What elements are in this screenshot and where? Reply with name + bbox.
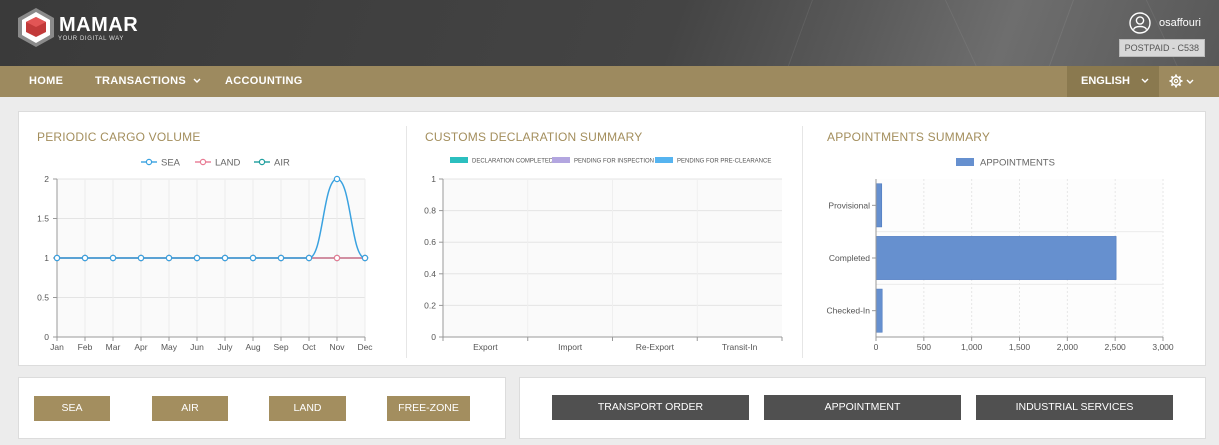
y-tick-label: 1.5: [37, 214, 49, 224]
legend-label: APPOINTMENTS: [980, 158, 1055, 169]
legend-label: PENDING FOR INSPECTION: [574, 159, 654, 165]
legend-swatch: [552, 157, 570, 163]
legend-swatch: [450, 157, 468, 163]
x-tick-label: Export: [473, 342, 498, 352]
bar: [875, 183, 883, 228]
x-tick-label: 500: [917, 342, 931, 352]
data-point: [109, 254, 117, 262]
x-tick-label: Re-Export: [636, 342, 675, 352]
data-point: [333, 254, 341, 262]
app-header: MAMAR YOUR DIGITAL WAY osaffouri POSTPAI…: [0, 0, 1219, 66]
y-tick-label: 2: [44, 174, 49, 184]
bar: [875, 236, 1117, 280]
language-select[interactable]: ENGLISH: [1067, 66, 1159, 97]
x-tick-label: Transit-In: [722, 342, 758, 352]
user-menu[interactable]: osaffouri: [1129, 12, 1201, 34]
y-tick-label: Completed: [829, 253, 870, 263]
x-tick-label: 2,500: [1105, 342, 1127, 352]
data-point: [333, 175, 341, 183]
data-point: [53, 254, 61, 262]
x-tick-label: 1,000: [961, 342, 983, 352]
y-tick-label: 0.4: [424, 269, 436, 279]
nav-item-home[interactable]: HOME: [29, 66, 63, 97]
y-tick-label: Checked-In: [827, 306, 871, 316]
x-tick-label: Jun: [190, 342, 204, 352]
y-tick-label: 0: [431, 332, 436, 342]
y-tick-label: 0.8: [424, 206, 436, 216]
x-tick-label: Dec: [357, 342, 373, 352]
legend-label: DECLARATION COMPLETED: [472, 159, 554, 165]
legend-marker: [199, 158, 207, 166]
x-tick-label: July: [217, 342, 233, 352]
y-tick-label: 1: [44, 253, 49, 263]
x-tick-label: Oct: [302, 342, 316, 352]
y-tick-label: 1: [431, 174, 436, 184]
y-tick-label: Provisional: [828, 200, 870, 210]
mode-free-zone-button[interactable]: FREE-ZONE: [387, 396, 470, 421]
x-tick-label: 0: [874, 342, 879, 352]
x-tick-label: Nov: [329, 342, 345, 352]
mode-sea-button[interactable]: SEA: [34, 396, 110, 421]
legend-label: SEA: [161, 158, 181, 169]
legend-label: PENDING FOR PRE-CLEARANCE: [677, 159, 771, 165]
brand-tagline: YOUR DIGITAL WAY: [58, 36, 124, 42]
dashboard-charts-panel: PERIODIC CARGO VOLUME CUSTOMS DECLARATIO…: [18, 111, 1206, 366]
y-tick-label: 0.5: [37, 293, 49, 303]
bar: [875, 288, 883, 333]
legend-marker: [258, 158, 266, 166]
x-tick-label: Feb: [78, 342, 93, 352]
data-point: [361, 254, 369, 262]
x-tick-label: Mar: [106, 342, 121, 352]
data-point: [305, 254, 313, 262]
chevron-down-icon: [1141, 78, 1149, 83]
legend-label: AIR: [274, 158, 290, 169]
x-tick-label: 1,500: [1009, 342, 1031, 352]
language-label: ENGLISH: [1081, 75, 1130, 87]
y-tick-label: 0: [44, 332, 49, 342]
data-point: [165, 254, 173, 262]
username: osaffouri: [1159, 17, 1201, 29]
chevron-down-icon: [1186, 79, 1194, 84]
user-circle-icon: [1129, 12, 1151, 34]
charts-canvas: 0 0.5 1 1.5 2 Jan Feb Mar Apr May Jun July Aug Sep Oct…: [37, 157, 1174, 352]
data-point: [193, 254, 201, 262]
legend-swatch: [956, 158, 974, 166]
data-point: [277, 254, 285, 262]
appointment-button[interactable]: APPOINTMENT: [764, 395, 961, 420]
x-tick-label: Sep: [273, 342, 288, 352]
mode-land-button[interactable]: LAND: [269, 396, 346, 421]
main-nav: HOME TRANSACTIONS ACCOUNTING ENGLISH: [0, 66, 1219, 97]
x-tick-label: 2,000: [1057, 342, 1079, 352]
nav-item-accounting[interactable]: ACCOUNTING: [225, 66, 303, 97]
legend-marker: [145, 158, 153, 166]
x-tick-label: Aug: [245, 342, 260, 352]
plan-badge: POSTPAID - C538: [1118, 39, 1205, 57]
brand-name: MAMAR: [59, 14, 139, 36]
legend-swatch: [655, 157, 673, 163]
x-tick-label: May: [161, 342, 178, 352]
legend-label: LAND: [215, 158, 240, 169]
x-tick-label: 3,000: [1152, 342, 1174, 352]
data-point: [81, 254, 89, 262]
x-tick-label: Apr: [134, 342, 147, 352]
nav-item-transactions[interactable]: TRANSACTIONS: [95, 66, 201, 97]
mode-air-button[interactable]: AIR: [152, 396, 228, 421]
x-tick-label: Jan: [50, 342, 64, 352]
y-tick-label: 0.2: [424, 300, 436, 310]
transport-order-button[interactable]: TRANSPORT ORDER: [552, 395, 749, 420]
data-point: [249, 254, 257, 262]
chevron-down-icon: [193, 78, 201, 84]
transport-mode-panel: SEA AIR LAND FREE-ZONE: [18, 377, 506, 439]
y-tick-label: 0.6: [424, 237, 436, 247]
data-point: [221, 254, 229, 262]
services-panel: TRANSPORT ORDER APPOINTMENT INDUSTRIAL S…: [519, 377, 1206, 439]
gear-icon: [1169, 74, 1183, 88]
x-tick-label: Import: [558, 342, 583, 352]
industrial-services-button[interactable]: INDUSTRIAL SERVICES: [976, 395, 1173, 420]
brand-logo[interactable]: MAMAR YOUR DIGITAL WAY: [16, 5, 138, 49]
logo-cube-icon: [18, 8, 54, 47]
data-point: [137, 254, 145, 262]
settings-menu[interactable]: [1159, 66, 1219, 97]
